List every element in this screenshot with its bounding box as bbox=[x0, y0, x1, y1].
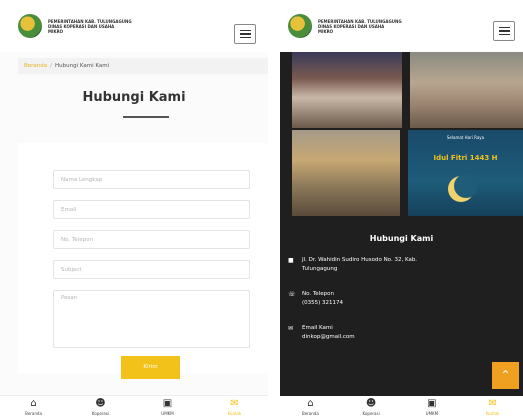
nav-item-beranda[interactable]: ⌂ Beranda bbox=[280, 396, 341, 419]
home-icon: ⌂ bbox=[307, 398, 314, 409]
nav-label: Beranda bbox=[25, 411, 42, 416]
nav-label: Koperasi bbox=[362, 411, 380, 416]
phone-row: ☏ No. Telepon (0355) 321174 bbox=[288, 290, 452, 308]
breadcrumb-current: Hubungi Kami Kami bbox=[55, 63, 110, 69]
mail-icon: ✉ bbox=[488, 398, 497, 409]
nav-label: UMKM bbox=[425, 411, 439, 416]
address-row: ■ Jl. Dr. Wahidin Sudiro Husodo No. 32, … bbox=[288, 256, 452, 274]
nav-label: Koperasi bbox=[91, 411, 110, 416]
title-underline bbox=[123, 116, 169, 118]
greeting-line-2: Idul Fitri 1443 H bbox=[433, 154, 498, 162]
nav-item-beranda[interactable]: ⌂ Beranda bbox=[0, 396, 67, 419]
left-screen: PEMERINTAHAN KAB. TULUNGAGUNG DINAS KOPE… bbox=[0, 0, 268, 419]
contact-form: Nama Lengkap Email No. Telepon Subject P… bbox=[18, 143, 268, 379]
phone-label: No. Telepon bbox=[302, 291, 334, 297]
email-label: Email Kami bbox=[302, 325, 333, 331]
breadcrumb-home-link[interactable]: Beranda bbox=[24, 63, 47, 69]
briefcase-icon: ▣ bbox=[427, 398, 437, 409]
nav-label: Kontak bbox=[227, 411, 242, 416]
email-row: ✉ Email Kami dinkop@gmail.com bbox=[288, 324, 452, 342]
menu-button[interactable] bbox=[234, 24, 256, 44]
right-screen: PEMERINTAHAN KAB. TULUNGAGUNG DINAS KOPE… bbox=[280, 0, 523, 419]
menu-button[interactable] bbox=[493, 21, 515, 41]
gallery-photo-4[interactable]: Selamat Hari Raya Idul Fitri 1443 H bbox=[408, 130, 523, 216]
mail-icon: ✉ bbox=[230, 398, 239, 409]
org-line-3: MIKRO bbox=[48, 28, 64, 34]
users-icon: ☻ bbox=[95, 398, 106, 409]
nav-item-umkm[interactable]: ▣ UMKM bbox=[402, 396, 463, 419]
phone-field[interactable]: No. Telepon bbox=[53, 230, 250, 249]
screen-divider bbox=[268, 0, 280, 419]
organization-name: PEMERINTAHAN KAB. TULUNGAGUNG DINAS KOPE… bbox=[48, 19, 158, 34]
phone-icon: ☏ bbox=[288, 291, 296, 298]
bottom-nav: ⌂ Beranda ☻ Koperasi ▣ UMKM ✉ Kontak bbox=[280, 396, 523, 419]
chevron-up-icon: ⌃ bbox=[500, 368, 511, 382]
nav-label: Beranda bbox=[301, 411, 319, 416]
government-logo[interactable] bbox=[288, 14, 312, 38]
breadcrumb: Beranda / Hubungi Kami Kami bbox=[18, 58, 268, 74]
gallery-photo-1[interactable] bbox=[292, 52, 402, 128]
briefcase-icon: ▣ bbox=[162, 398, 173, 409]
subject-field[interactable]: Subject bbox=[53, 260, 250, 279]
message-textarea[interactable]: Pesan bbox=[53, 290, 250, 348]
bottom-nav: ⌂ Beranda ☻ Koperasi ▣ UMKM ✉ Kontak bbox=[0, 395, 268, 419]
nav-item-koperasi[interactable]: ☻ Koperasi bbox=[341, 396, 402, 419]
email-field[interactable]: Email bbox=[53, 200, 250, 219]
users-icon: ☻ bbox=[365, 398, 377, 409]
phone-block: No. Telepon (0355) 321174 bbox=[302, 290, 452, 308]
crescent-moon-icon bbox=[448, 174, 478, 202]
greeting-line-1: Selamat Hari Raya bbox=[446, 135, 485, 140]
contact-title: Hubungi Kami bbox=[369, 234, 434, 243]
top-header: PEMERINTAHAN KAB. TULUNGAGUNG DINAS KOPE… bbox=[0, 0, 268, 52]
gallery-photo-3[interactable] bbox=[292, 130, 400, 216]
address-text: Jl. Dr. Wahidin Sudiro Husodo No. 32, Ka… bbox=[302, 257, 418, 272]
envelope-icon: ✉ bbox=[288, 325, 294, 332]
name-field[interactable]: Nama Lengkap bbox=[53, 170, 250, 189]
submit-button[interactable]: Kirim bbox=[121, 356, 180, 379]
page-title: Hubungi Kami bbox=[82, 90, 186, 105]
nav-label: Kontak bbox=[485, 411, 500, 416]
hamburger-icon bbox=[498, 26, 510, 29]
nav-item-koperasi[interactable]: ☻ Koperasi bbox=[67, 396, 134, 419]
government-logo[interactable] bbox=[18, 14, 42, 38]
organization-name: PEMERINTAHAN KAB. TULUNGAGUNG DINAS KOPE… bbox=[318, 19, 428, 34]
nav-label: UMKM bbox=[161, 411, 174, 416]
breadcrumb-separator: / bbox=[50, 63, 52, 69]
nav-item-kontak[interactable]: ✉ Kontak bbox=[201, 396, 268, 419]
location-icon: ■ bbox=[288, 257, 294, 264]
org-line-3: MIKRO bbox=[318, 28, 334, 34]
nav-item-umkm[interactable]: ▣ UMKM bbox=[134, 396, 201, 419]
email-value: dinkop@gmail.com bbox=[302, 334, 355, 340]
gallery-photo-2[interactable] bbox=[410, 52, 523, 128]
hamburger-icon bbox=[239, 29, 251, 32]
nav-item-kontak[interactable]: ✉ Kontak bbox=[462, 396, 523, 419]
phone-value: (0355) 321174 bbox=[302, 300, 344, 306]
email-block: Email Kami dinkop@gmail.com bbox=[302, 324, 452, 342]
scroll-top-button[interactable]: ⌃ bbox=[492, 362, 519, 389]
home-icon: ⌂ bbox=[30, 398, 37, 409]
top-header: PEMERINTAHAN KAB. TULUNGAGUNG DINAS KOPE… bbox=[280, 0, 523, 52]
